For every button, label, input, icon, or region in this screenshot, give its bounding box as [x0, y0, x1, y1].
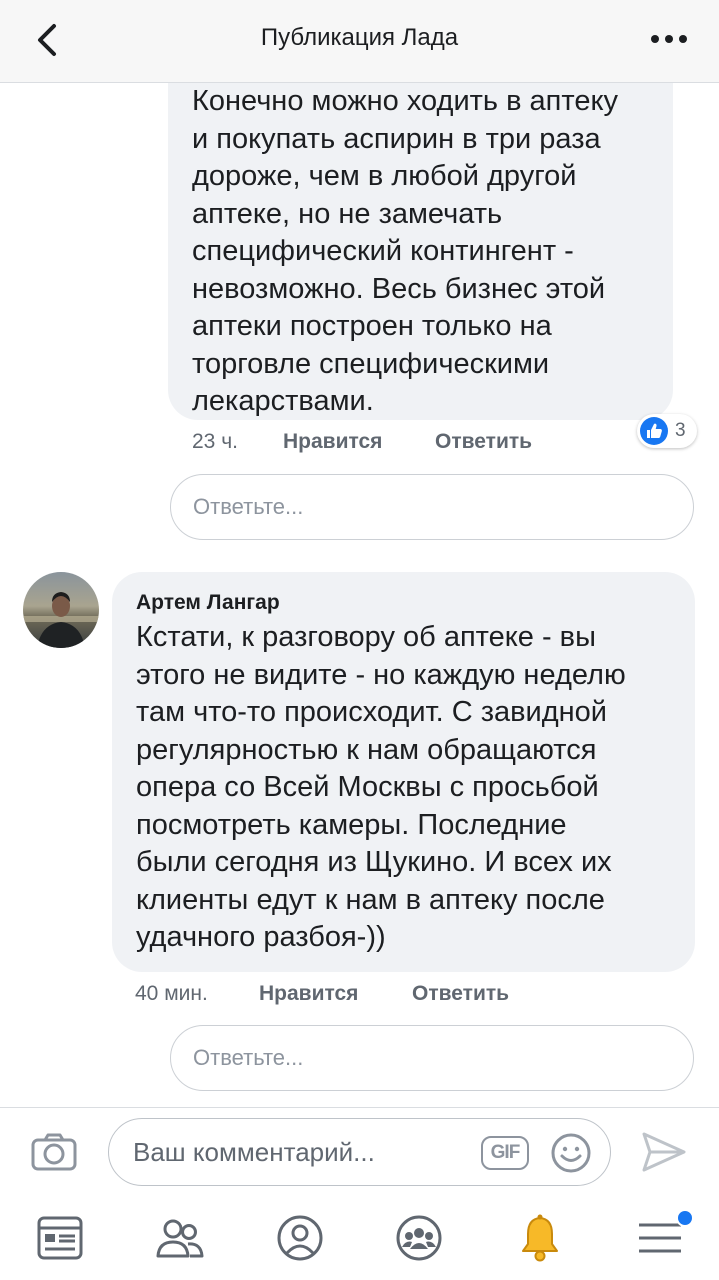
comment-bubble[interactable]: Артем Лангар Кстати, к разговору об апте…: [112, 572, 695, 972]
more-options-button[interactable]: [649, 28, 689, 50]
comment-text-line: регулярностью к нам обращаются: [136, 733, 597, 766]
avatar[interactable]: [23, 572, 99, 648]
gif-button[interactable]: GIF: [481, 1136, 529, 1170]
comment-text-line: и покупать аспирин в три раза: [192, 122, 601, 155]
reply-input[interactable]: Ответьте...: [170, 1025, 694, 1091]
comment-composer: Ваш комментарий... GIF: [0, 1107, 719, 1197]
comments-thread[interactable]: Конечно можно ходить в аптеку и покупать…: [0, 82, 719, 1107]
comment-text-line: Кстати, к разговору об аптеке - вы: [136, 621, 596, 653]
comment-text-line: удачного разбоя-)): [136, 921, 386, 953]
menu-badge: [676, 1209, 694, 1227]
comment-text-line: невозможно. Весь бизнес этой: [192, 272, 606, 305]
comment-text: Кстати, к разговору об аптеке - вы этого…: [136, 619, 681, 957]
reply-placeholder: Ответьте...: [193, 494, 304, 519]
tab-news-feed[interactable]: [32, 1210, 88, 1266]
comment-text-line: дороже, чем в любой другой: [192, 160, 577, 192]
tab-profile[interactable]: [272, 1210, 328, 1266]
reply-placeholder: Ответьте...: [193, 1045, 304, 1070]
comment-text-line: лекарствами.: [192, 385, 374, 417]
comment-author[interactable]: Артем Лангар: [136, 584, 280, 622]
comment-time: 40 мин.: [135, 982, 208, 1005]
comment-text-line: этого не видите - но каждую неделю: [136, 658, 626, 691]
reply-input[interactable]: Ответьте...: [170, 474, 694, 540]
comment-text-line: были сегодня из Щукино. И всех их: [136, 846, 612, 878]
reply-button[interactable]: Ответить: [435, 430, 532, 454]
friends-icon: [156, 1219, 204, 1258]
comment-text: Конечно можно ходить в аптеку и покупать…: [192, 83, 682, 421]
reaction-count: 3: [675, 420, 686, 441]
notifications-bell-icon: [522, 1214, 558, 1262]
like-button[interactable]: Нравится: [283, 430, 382, 454]
comment-text-line: торговле специфическими: [192, 347, 550, 380]
comment-time: 23 ч.: [192, 430, 238, 453]
like-reaction-icon: [640, 417, 668, 445]
comment-text-line: клиенты едут к нам в аптеку после: [136, 883, 605, 916]
bottom-tab-bar: [0, 1196, 719, 1280]
emoji-button[interactable]: [549, 1131, 593, 1175]
comment-input[interactable]: Ваш комментарий... GIF: [108, 1118, 611, 1186]
comment-placeholder: Ваш комментарий...: [133, 1137, 375, 1167]
comment-bubble[interactable]: Конечно можно ходить в аптеку и покупать…: [168, 82, 673, 420]
comment-text-line: аптеки построен только на: [192, 310, 552, 342]
tab-notifications[interactable]: [512, 1210, 568, 1266]
reply-button[interactable]: Ответить: [412, 982, 509, 1006]
groups-icon: [396, 1215, 442, 1261]
send-icon: [642, 1132, 686, 1172]
comment-text-line: аптеке, но не замечать: [192, 197, 503, 230]
reaction-summary[interactable]: 3: [637, 414, 697, 448]
camera-button[interactable]: [30, 1132, 78, 1172]
more-horizontal-icon: [651, 35, 687, 43]
comment-text-line: специфический контингент -: [192, 235, 574, 267]
like-button[interactable]: Нравится: [259, 982, 358, 1006]
tab-groups[interactable]: [391, 1210, 447, 1266]
comment-text-line: там что-то происходит. С завидной: [136, 696, 607, 728]
comment-text-line: Конечно можно ходить в аптеку: [192, 85, 618, 117]
page-title: Публикация Лада: [260, 24, 459, 51]
emoji-icon: [551, 1133, 591, 1173]
comment-text-line: посмотреть камеры. Последние: [136, 808, 567, 841]
profile-icon: [277, 1215, 323, 1261]
tab-friends[interactable]: [152, 1210, 208, 1266]
send-button[interactable]: [640, 1130, 688, 1174]
comment-text-line: опера со Всей Москвы с просьбой: [136, 771, 599, 803]
camera-icon: [31, 1133, 77, 1171]
news-feed-icon: [37, 1216, 83, 1260]
top-bar: Публикация Лада: [0, 0, 719, 83]
